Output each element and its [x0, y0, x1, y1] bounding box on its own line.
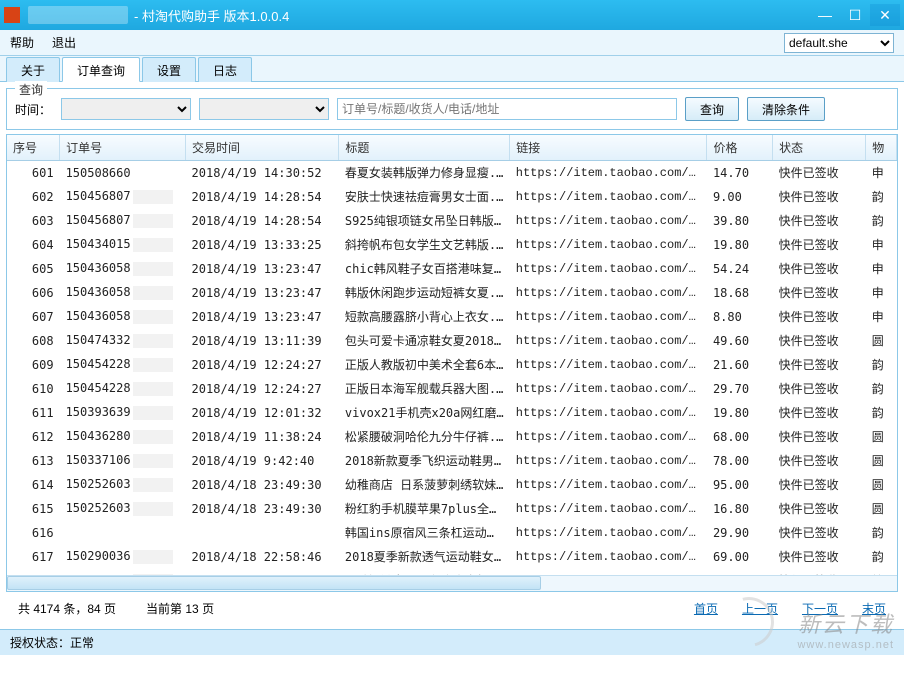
table-row[interactable]: 6071504360582018/4/19 13:23:47短款高腰露脐小背心上… — [7, 305, 897, 329]
table-row[interactable]: 616韩国ins原宿风三条杠运动休...https://item.taobao.… — [7, 521, 897, 545]
table-row[interactable]: 6021504568072018/4/19 14:28:54安肤士快速祛痘膏男女… — [7, 185, 897, 209]
query-button[interactable]: 查询 — [685, 97, 739, 121]
titlebar: - 村淘代购助手 版本1.0.0.4 — ☐ ✕ — [0, 0, 904, 30]
maximize-button[interactable]: ☐ — [840, 4, 870, 26]
menu-exit[interactable]: 退出 — [52, 34, 76, 51]
config-select[interactable]: default.she — [784, 33, 894, 53]
auth-label: 授权状态： — [10, 636, 70, 650]
table-row[interactable]: 6121504362802018/4/19 11:38:24松紧腰破洞哈伦九分牛… — [7, 425, 897, 449]
table-row[interactable]: 6141502526032018/4/18 23:49:30幼稚商店 日系菠萝刺… — [7, 473, 897, 497]
close-button[interactable]: ✕ — [870, 4, 900, 26]
table-row[interactable]: 6091504542282018/4/19 12:24:27正版人教版初中美术全… — [7, 353, 897, 377]
table-row[interactable]: 6171502900362018/4/18 22:58:462018夏季新款透气… — [7, 545, 897, 569]
clear-button[interactable]: 清除条件 — [747, 97, 825, 121]
col-order[interactable]: 订单号 — [60, 135, 186, 161]
table-row[interactable]: 6031504568072018/4/19 14:28:54S925纯银项链女吊… — [7, 209, 897, 233]
col-price[interactable]: 价格 — [707, 135, 773, 161]
table-row[interactable]: 6051504360582018/4/19 13:23:47chic韩风鞋子女百… — [7, 257, 897, 281]
horizontal-scrollbar[interactable] — [7, 575, 897, 591]
table-row[interactable]: 6151502526032018/4/18 23:49:30粉红豹手机膜苹果7p… — [7, 497, 897, 521]
time-label: 时间： — [15, 101, 51, 118]
col-link[interactable]: 链接 — [510, 135, 707, 161]
pager-last[interactable]: 末页 — [862, 600, 886, 617]
table-row[interactable]: 6111503936392018/4/19 12:01:32vivox21手机壳… — [7, 401, 897, 425]
tab-bar: 关于 订单查询 设置 日志 — [0, 56, 904, 82]
col-status[interactable]: 状态 — [773, 135, 866, 161]
minimize-button[interactable]: — — [810, 4, 840, 26]
table-row[interactable]: 6081504743322018/4/19 13:11:39包头可爱卡通凉鞋女夏… — [7, 329, 897, 353]
tab-log[interactable]: 日志 — [198, 57, 252, 82]
table-row[interactable]: 6131503371062018/4/19 9:42:402018新款夏季飞织运… — [7, 449, 897, 473]
menu-help[interactable]: 帮助 — [10, 34, 34, 51]
tab-orders[interactable]: 订单查询 — [62, 57, 140, 82]
col-seq[interactable]: 序号 — [7, 135, 60, 161]
pager: 共 4174 条，84 页 当前第 13 页 首页 上一页 下一页 末页 — [6, 592, 898, 619]
pager-prev[interactable]: 上一页 — [742, 600, 778, 617]
pager-total: 共 4174 条，84 页 — [18, 600, 116, 617]
col-ship[interactable]: 物 — [866, 135, 897, 161]
query-legend: 查询 — [15, 81, 47, 98]
tab-settings[interactable]: 设置 — [142, 57, 196, 82]
col-time[interactable]: 交易时间 — [186, 135, 339, 161]
pager-next[interactable]: 下一页 — [802, 600, 838, 617]
pager-current: 当前第 13 页 — [146, 600, 214, 617]
table-row[interactable]: 6061504360582018/4/19 13:23:47韩版休闲跑步运动短裤… — [7, 281, 897, 305]
pager-first[interactable]: 首页 — [694, 600, 718, 617]
table-row[interactable]: 6011505086602018/4/19 14:30:52春夏女装韩版弹力修身… — [7, 161, 897, 185]
window-title: - 村淘代购助手 版本1.0.0.4 — [134, 6, 289, 25]
table-row[interactable]: 6101504542282018/4/19 12:24:27正版日本海军舰载兵器… — [7, 377, 897, 401]
query-panel: 查询 时间： 查询 清除条件 — [6, 88, 898, 130]
search-input[interactable] — [337, 98, 677, 120]
statusbar: 授权状态：正常 — [0, 629, 904, 655]
col-title[interactable]: 标题 — [339, 135, 510, 161]
app-icon — [4, 7, 20, 23]
menubar: 帮助 退出 default.she — [0, 30, 904, 56]
date-from-select[interactable] — [61, 98, 191, 120]
table-row[interactable]: 6041504340152018/4/19 13:33:25斜挎帆布包女学生文艺… — [7, 233, 897, 257]
date-to-select[interactable] — [199, 98, 329, 120]
auth-value: 正常 — [70, 636, 94, 650]
tab-about[interactable]: 关于 — [6, 57, 60, 82]
order-table: 序号 订单号 交易时间 标题 链接 价格 状态 物 60115050866020… — [6, 134, 898, 592]
app-name-masked — [28, 6, 128, 24]
